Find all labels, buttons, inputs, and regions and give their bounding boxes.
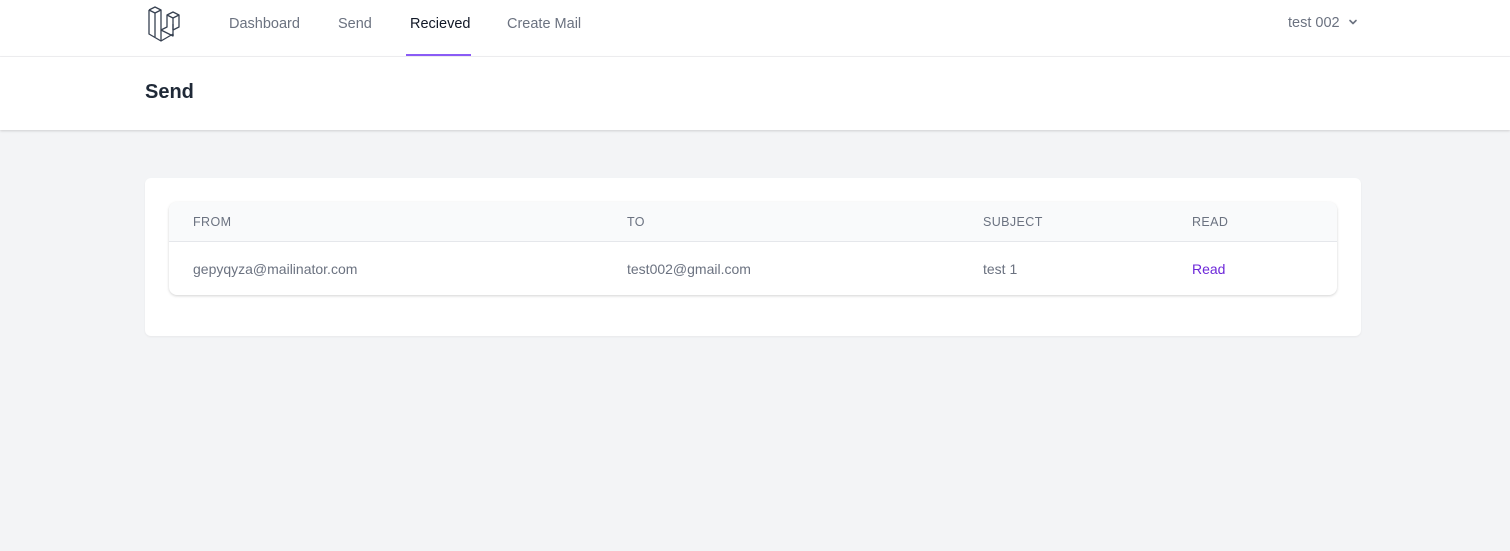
cell-subject: test 1 <box>983 261 1018 277</box>
read-link[interactable]: Read <box>1192 243 1225 295</box>
nav-link-send[interactable]: Send <box>338 0 372 57</box>
cell-to: test002@gmail.com <box>627 261 751 277</box>
mail-card: FROM TO SUBJECT READ gepyqyza@mailinator… <box>145 178 1361 336</box>
table-row: gepyqyza@mailinator.com test002@gmail.co… <box>169 243 1337 295</box>
page-title: Send <box>145 81 194 103</box>
laravel-logo-icon[interactable] <box>146 4 186 44</box>
nav-link-recieved[interactable]: Recieved <box>410 0 470 57</box>
nav-link-create-mail[interactable]: Create Mail <box>507 0 581 57</box>
page-header: Send <box>0 57 1510 130</box>
top-navigation: Dashboard Send Recieved Create Mail test… <box>0 0 1510 57</box>
user-menu-button[interactable]: test 002 <box>1288 0 1358 48</box>
mail-table: FROM TO SUBJECT READ gepyqyza@mailinator… <box>169 202 1337 295</box>
table-header: FROM TO SUBJECT READ <box>169 202 1337 242</box>
active-tab-indicator <box>406 54 471 56</box>
cell-from: gepyqyza@mailinator.com <box>193 261 358 277</box>
chevron-down-icon <box>1348 19 1357 24</box>
column-header-from: FROM <box>193 215 232 229</box>
column-header-to: TO <box>627 215 645 229</box>
user-name: test 002 <box>1288 15 1340 31</box>
nav-link-dashboard[interactable]: Dashboard <box>229 0 300 57</box>
column-header-read: READ <box>1192 215 1229 229</box>
column-header-subject: SUBJECT <box>983 215 1043 229</box>
